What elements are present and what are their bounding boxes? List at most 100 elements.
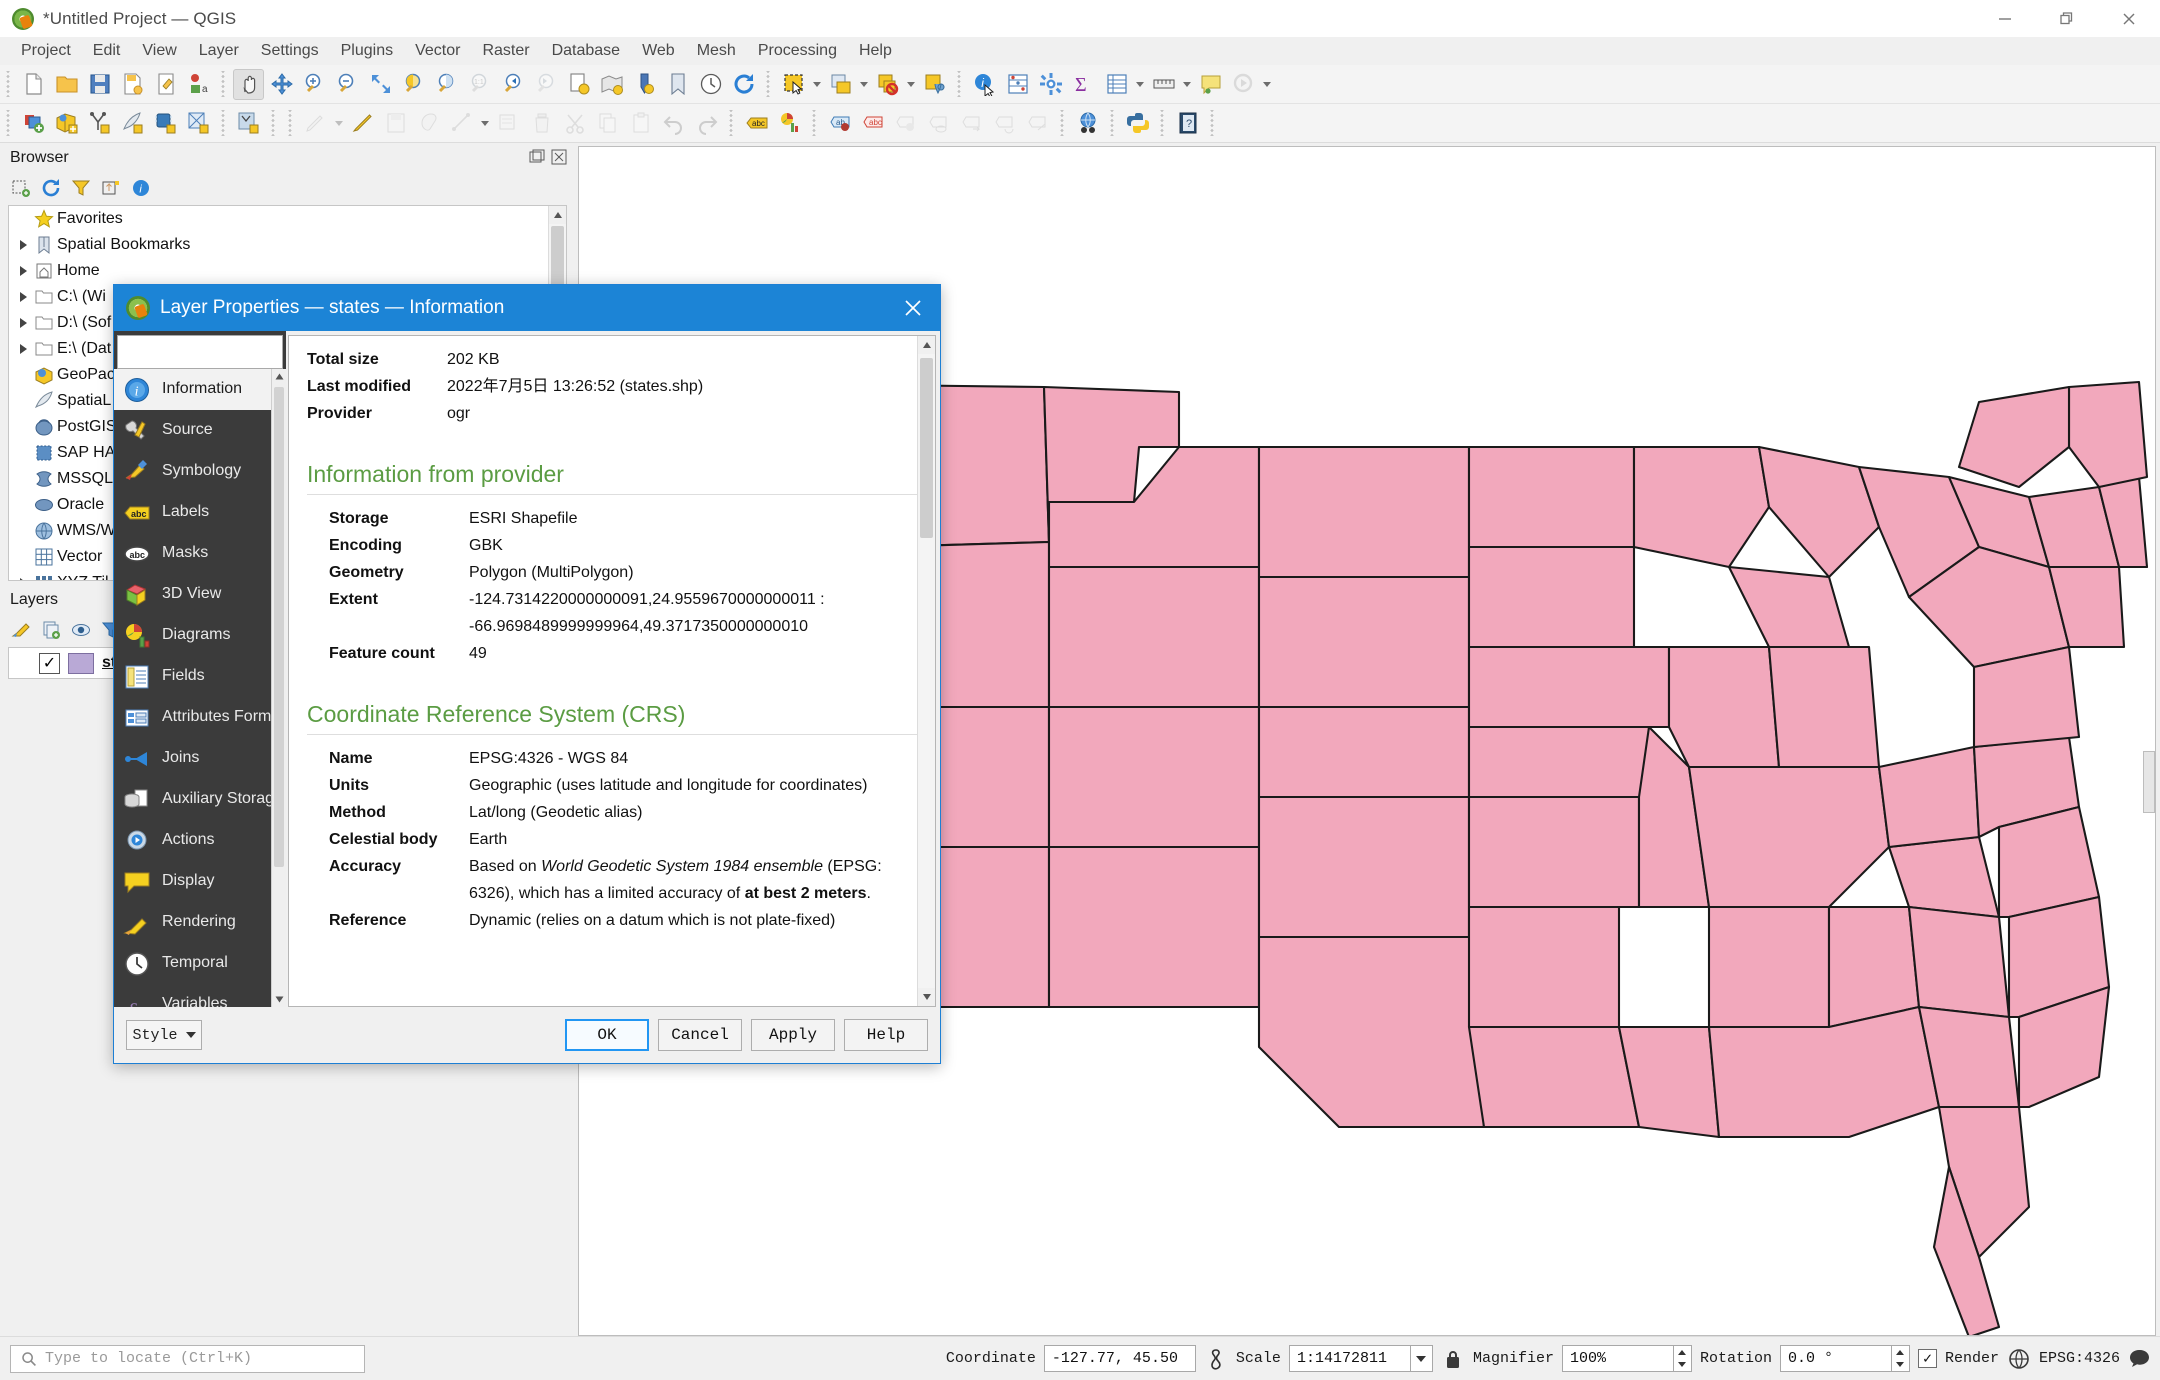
redo-icon[interactable] <box>691 108 722 139</box>
options-icon[interactable] <box>1035 69 1066 100</box>
zoom-next-icon[interactable] <box>530 69 561 100</box>
new-project-icon[interactable] <box>18 69 49 100</box>
help-contents-icon[interactable]: ? <box>1172 108 1203 139</box>
properties-info-icon[interactable]: i <box>129 176 153 200</box>
nav-search-input[interactable] <box>117 335 329 369</box>
nav-item-source[interactable]: Source <box>114 410 286 451</box>
new-print-layout-icon[interactable] <box>150 69 181 100</box>
new-map-view-icon[interactable] <box>596 69 627 100</box>
refresh-map-extent-icon[interactable] <box>563 69 594 100</box>
move-label-right-icon[interactable] <box>956 108 987 139</box>
scale-combo[interactable]: 1:14172811 <box>1288 1345 1433 1372</box>
refresh-icon[interactable] <box>728 69 759 100</box>
new-bookmark-icon[interactable] <box>662 69 693 100</box>
menu-layer[interactable]: Layer <box>188 39 250 63</box>
nav-item-display[interactable]: Display <box>114 861 286 902</box>
filter-icon[interactable] <box>69 176 93 200</box>
add-raster-layer-icon[interactable] <box>84 108 115 139</box>
menu-edit[interactable]: Edit <box>82 39 132 63</box>
manage-layer-visibility-icon[interactable] <box>69 618 93 642</box>
open-layer-styling-icon[interactable] <box>9 618 33 642</box>
rotation-stepper[interactable] <box>1891 1345 1910 1372</box>
copy-features-icon[interactable] <box>592 108 623 139</box>
field-calculator-icon[interactable]: Σ <box>1068 69 1099 100</box>
content-scrollbar[interactable] <box>917 336 935 1006</box>
collapse-all-icon[interactable] <box>99 176 123 200</box>
dialog-content-panel[interactable]: Total size 202 KB Last modified 2022年7月5… <box>288 335 936 1007</box>
menu-settings[interactable]: Settings <box>250 39 330 63</box>
move-label-icon[interactable] <box>890 108 921 139</box>
save-project-as-icon[interactable] <box>117 69 148 100</box>
undo-icon[interactable] <box>658 108 689 139</box>
stepper-up[interactable] <box>1674 1346 1691 1359</box>
minimize-icon[interactable] <box>1974 0 2036 37</box>
refresh-icon[interactable] <box>39 176 63 200</box>
browser-item-spatial-bookmarks[interactable]: Spatial Bookmarks <box>9 232 566 258</box>
zoom-native-icon[interactable]: 1:1 <box>464 69 495 100</box>
run-action-dropdown-icon[interactable] <box>1260 69 1274 100</box>
change-label-icon[interactable] <box>1022 108 1053 139</box>
expand-arrow[interactable] <box>15 318 31 328</box>
nav-item-attributes-form[interactable]: Attributes Form <box>114 697 286 738</box>
dialog-title-bar[interactable]: Layer Properties — states — Information <box>114 285 940 331</box>
magnifier-value[interactable]: 100% <box>1561 1345 1674 1372</box>
new-3d-map-view-icon[interactable] <box>629 69 660 100</box>
select-by-expression-dropdown-icon[interactable] <box>857 69 871 100</box>
help-button[interactable]: Help <box>844 1019 928 1051</box>
nav-item-labels[interactable]: abc Labels <box>114 492 286 533</box>
nav-item-diagrams[interactable]: Diagrams <box>114 615 286 656</box>
menu-vector[interactable]: Vector <box>404 39 471 63</box>
add-wms-layer-icon[interactable] <box>183 108 214 139</box>
rotation-spinbox[interactable]: 0.0 ° <box>1779 1345 1910 1372</box>
stepper-up[interactable] <box>1892 1346 1909 1359</box>
nav-item-3d-view[interactable]: 3D View <box>114 574 286 615</box>
undock-icon[interactable] <box>529 149 545 165</box>
dialog-nav-list[interactable]: i Information Source Symbology abc Label… <box>114 369 286 1007</box>
coordinate-field[interactable]: -127.77, 45.50 <box>1043 1345 1196 1372</box>
pan-map-icon[interactable] <box>233 68 264 100</box>
scale-value[interactable]: 1:14172811 <box>1288 1345 1411 1372</box>
toggle-editing-icon[interactable] <box>347 108 378 139</box>
deselect-dropdown-icon[interactable] <box>904 69 918 100</box>
menu-help[interactable]: Help <box>848 39 903 63</box>
zoom-to-selection-icon[interactable] <box>398 69 429 100</box>
deselect-features-icon[interactable] <box>872 69 903 100</box>
nav-item-actions[interactable]: Actions <box>114 820 286 861</box>
temporal-controller-icon[interactable] <box>695 69 726 100</box>
vertex-tool-icon[interactable] <box>446 108 477 139</box>
save-layer-edits-icon[interactable] <box>380 108 411 139</box>
zoom-full-icon[interactable] <box>365 69 396 100</box>
locator-search-input[interactable]: Type to locate (Ctrl+K) <box>10 1344 365 1373</box>
chevron-down-icon[interactable] <box>1410 1345 1433 1372</box>
messages-icon[interactable] <box>2128 1347 2152 1371</box>
measure-dropdown-icon[interactable] <box>1180 69 1194 100</box>
open-attribute-table-icon[interactable] <box>1101 69 1132 100</box>
menu-database[interactable]: Database <box>541 39 632 63</box>
browser-item-home[interactable]: Home <box>9 258 566 284</box>
style-manager-icon[interactable]: a <box>183 69 214 100</box>
open-data-source-manager-icon[interactable] <box>18 108 49 139</box>
select-features-icon[interactable] <box>778 69 809 100</box>
nav-item-symbology[interactable]: Symbology <box>114 451 286 492</box>
nav-item-fields[interactable]: Fields <box>114 656 286 697</box>
close-panel-icon[interactable] <box>551 149 567 165</box>
zoom-last-icon[interactable] <box>497 69 528 100</box>
toggle-extents-icon[interactable] <box>1204 1347 1228 1371</box>
vertex-tool-dropdown-icon[interactable] <box>478 108 492 139</box>
nav-scrollbar[interactable] <box>271 369 286 1007</box>
zoom-in-icon[interactable] <box>299 69 330 100</box>
paste-features-icon[interactable] <box>625 108 656 139</box>
nav-item-variables[interactable]: ε Variables <box>114 984 286 1007</box>
select-value-icon[interactable] <box>919 69 950 100</box>
nav-item-masks[interactable]: abc Masks <box>114 533 286 574</box>
close-icon[interactable] <box>900 295 926 321</box>
scroll-down-icon[interactable] <box>272 992 286 1007</box>
scroll-up-icon[interactable] <box>549 206 566 224</box>
apply-button[interactable]: Apply <box>751 1019 835 1051</box>
menu-mesh[interactable]: Mesh <box>686 39 747 63</box>
lock-icon[interactable] <box>1441 1347 1465 1371</box>
scroll-down-icon[interactable] <box>918 988 935 1006</box>
crs-label[interactable]: EPSG:4326 <box>2039 1350 2120 1367</box>
scroll-up-icon[interactable] <box>272 369 286 384</box>
rotate-label-icon[interactable] <box>989 108 1020 139</box>
